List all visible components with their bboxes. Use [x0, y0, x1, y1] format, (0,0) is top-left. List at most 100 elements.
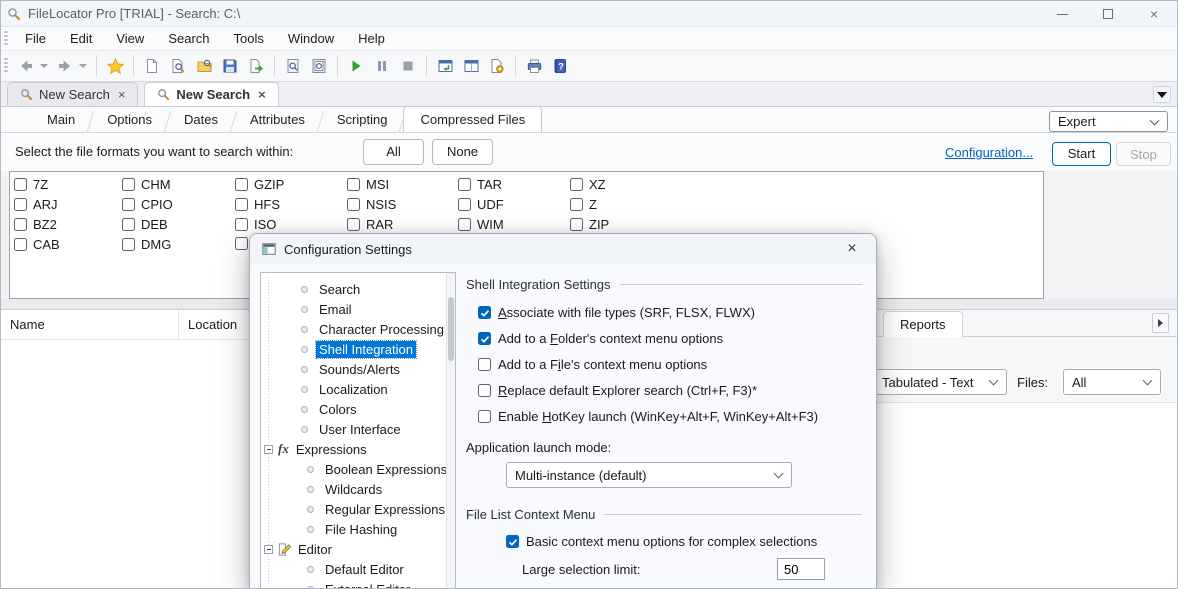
checkbox-folder-context-menu[interactable]: Add to a Folder's context menu options	[478, 331, 723, 346]
tab-compressed-files[interactable]: Compressed Files	[403, 106, 542, 132]
tab-new-search-2[interactable]: New Search ×	[144, 82, 278, 106]
tree-item-shell-integration[interactable]: Shell Integration	[261, 339, 416, 359]
tree-item-search[interactable]: Search	[261, 279, 363, 299]
checkbox-replace-explorer-search[interactable]: Replace default Explorer search (Ctrl+F,…	[478, 383, 757, 398]
close-button[interactable]: ×	[1131, 1, 1177, 27]
menu-tools[interactable]: Tools	[222, 27, 276, 51]
maximize-button[interactable]	[1085, 1, 1131, 27]
tree-item-external-editor[interactable]: External Editor	[261, 579, 413, 589]
new-search-button[interactable]	[139, 53, 165, 79]
window-restore-button[interactable]	[432, 53, 458, 79]
format-checkbox-deb[interactable]: DEB	[122, 217, 173, 232]
stop-button[interactable]: Stop	[1116, 142, 1171, 166]
dialog-close-button[interactable]: ×	[840, 237, 864, 261]
forward-button[interactable]	[52, 53, 78, 79]
pause-search-button[interactable]	[369, 53, 395, 79]
menu-view[interactable]: View	[104, 27, 156, 51]
start-search-button[interactable]	[343, 53, 369, 79]
report-format-select[interactable]: Tabulated - Text	[873, 369, 1007, 395]
window-layout-button[interactable]	[458, 53, 484, 79]
format-checkbox-wim[interactable]: WIM	[458, 217, 504, 232]
launch-mode-select[interactable]: Multi-instance (default)	[506, 462, 792, 488]
tab-main[interactable]: Main	[31, 107, 91, 132]
configuration-link[interactable]: Configuration...	[945, 145, 1033, 160]
tree-scrollbar[interactable]	[446, 273, 455, 589]
format-checkbox-z[interactable]: Z	[570, 197, 609, 212]
preview-pane-button[interactable]	[306, 53, 332, 79]
column-header-name[interactable]: Name	[1, 310, 179, 339]
format-checkbox-zip[interactable]: ZIP	[570, 217, 609, 232]
menu-help[interactable]: Help	[346, 27, 397, 51]
format-checkbox-7z[interactable]: 7Z	[14, 177, 60, 192]
tab-dates[interactable]: Dates	[168, 107, 234, 132]
format-checkbox-hfs[interactable]: HFS	[235, 197, 284, 212]
tree-item-colors[interactable]: Colors	[261, 399, 360, 419]
save-button[interactable]	[217, 53, 243, 79]
forward-dropdown-icon[interactable]	[79, 64, 87, 68]
format-checkbox-chm[interactable]: CHM	[122, 177, 173, 192]
favorites-button[interactable]	[102, 53, 128, 79]
tree-collapse-icon[interactable]	[264, 445, 273, 454]
tree-item-file-hashing[interactable]: File Hashing	[261, 519, 400, 539]
tab-scripting[interactable]: Scripting	[321, 107, 404, 132]
format-checkbox-nsis[interactable]: NSIS	[347, 197, 396, 212]
tab-new-search-1[interactable]: New Search ×	[7, 82, 138, 106]
tree-item-sounds-alerts[interactable]: Sounds/Alerts	[261, 359, 403, 379]
tree-item-character-processing[interactable]: Character Processing	[261, 319, 447, 339]
start-button[interactable]: Start	[1052, 142, 1111, 166]
tree-item-default-editor[interactable]: Default Editor	[261, 559, 407, 579]
format-checkbox-cpio[interactable]: CPIO	[122, 197, 173, 212]
print-button[interactable]	[521, 53, 547, 79]
checkbox-file-context-menu[interactable]: Add to a File's context menu options	[478, 357, 707, 372]
menu-file[interactable]: File	[13, 27, 58, 51]
tree-collapse-icon[interactable]	[264, 545, 273, 554]
format-checkbox-arj[interactable]: ARJ	[14, 197, 60, 212]
format-checkbox-xz[interactable]: XZ	[570, 177, 609, 192]
tree-item-expressions[interactable]: fxExpressions	[261, 439, 370, 459]
format-checkbox-rar[interactable]: RAR	[347, 217, 396, 232]
tree-item-wildcards[interactable]: Wildcards	[261, 479, 385, 499]
open-search-criteria-button[interactable]	[165, 53, 191, 79]
help-button[interactable]: ?	[547, 53, 573, 79]
minimize-button[interactable]	[1039, 1, 1085, 27]
open-button[interactable]	[191, 53, 217, 79]
tab-attributes[interactable]: Attributes	[234, 107, 321, 132]
format-checkbox-iso[interactable]: ISO	[235, 217, 284, 232]
preview-button[interactable]	[280, 53, 306, 79]
format-checkbox-cab[interactable]: CAB	[14, 237, 60, 252]
tab-close-icon[interactable]: ×	[116, 87, 128, 102]
tree-item-editor[interactable]: Editor	[261, 539, 335, 559]
window-options-button[interactable]	[484, 53, 510, 79]
format-checkbox-dmg[interactable]: DMG	[122, 237, 173, 252]
tree-item-regular-expressions[interactable]: Regular Expressions	[261, 499, 448, 519]
select-none-button[interactable]: None	[432, 139, 493, 165]
tree-item-email[interactable]: Email	[261, 299, 355, 319]
tab-scroll-right-button[interactable]	[1152, 313, 1169, 333]
search-mode-select[interactable]: Expert	[1049, 111, 1168, 132]
format-checkbox-udf[interactable]: UDF	[458, 197, 504, 212]
large-selection-limit-input[interactable]	[777, 558, 825, 580]
tree-item-boolean-expressions[interactable]: Boolean Expressions	[261, 459, 450, 479]
checkbox-associate-file-types[interactable]: Associate with file types (SRF, FLSX, FL…	[478, 305, 755, 320]
tree-item-user-interface[interactable]: User Interface	[261, 419, 404, 439]
menu-window[interactable]: Window	[276, 27, 346, 51]
menu-search[interactable]: Search	[156, 27, 221, 51]
tree-item-localization[interactable]: Localization	[261, 379, 391, 399]
back-dropdown-icon[interactable]	[40, 64, 48, 68]
tab-options[interactable]: Options	[91, 107, 168, 132]
checkbox-hotkey-launch[interactable]: Enable HotKey launch (WinKey+Alt+F, WinK…	[478, 409, 818, 424]
stop-search-button[interactable]	[395, 53, 421, 79]
back-button[interactable]	[13, 53, 39, 79]
tab-reports[interactable]: Reports	[883, 311, 963, 337]
format-checkbox-gzip[interactable]: GZIP	[235, 177, 284, 192]
export-button[interactable]	[243, 53, 269, 79]
tab-list-dropdown-button[interactable]	[1153, 86, 1171, 103]
select-all-button[interactable]: All	[363, 139, 424, 165]
format-checkbox-tar[interactable]: TAR	[458, 177, 504, 192]
files-select[interactable]: All	[1063, 369, 1161, 395]
format-checkbox-msi[interactable]: MSI	[347, 177, 396, 192]
checkbox-basic-context-menu[interactable]: Basic context menu options for complex s…	[506, 534, 817, 549]
tab-close-icon[interactable]: ×	[256, 87, 268, 102]
scrollbar-thumb[interactable]	[448, 297, 454, 361]
menu-edit[interactable]: Edit	[58, 27, 104, 51]
